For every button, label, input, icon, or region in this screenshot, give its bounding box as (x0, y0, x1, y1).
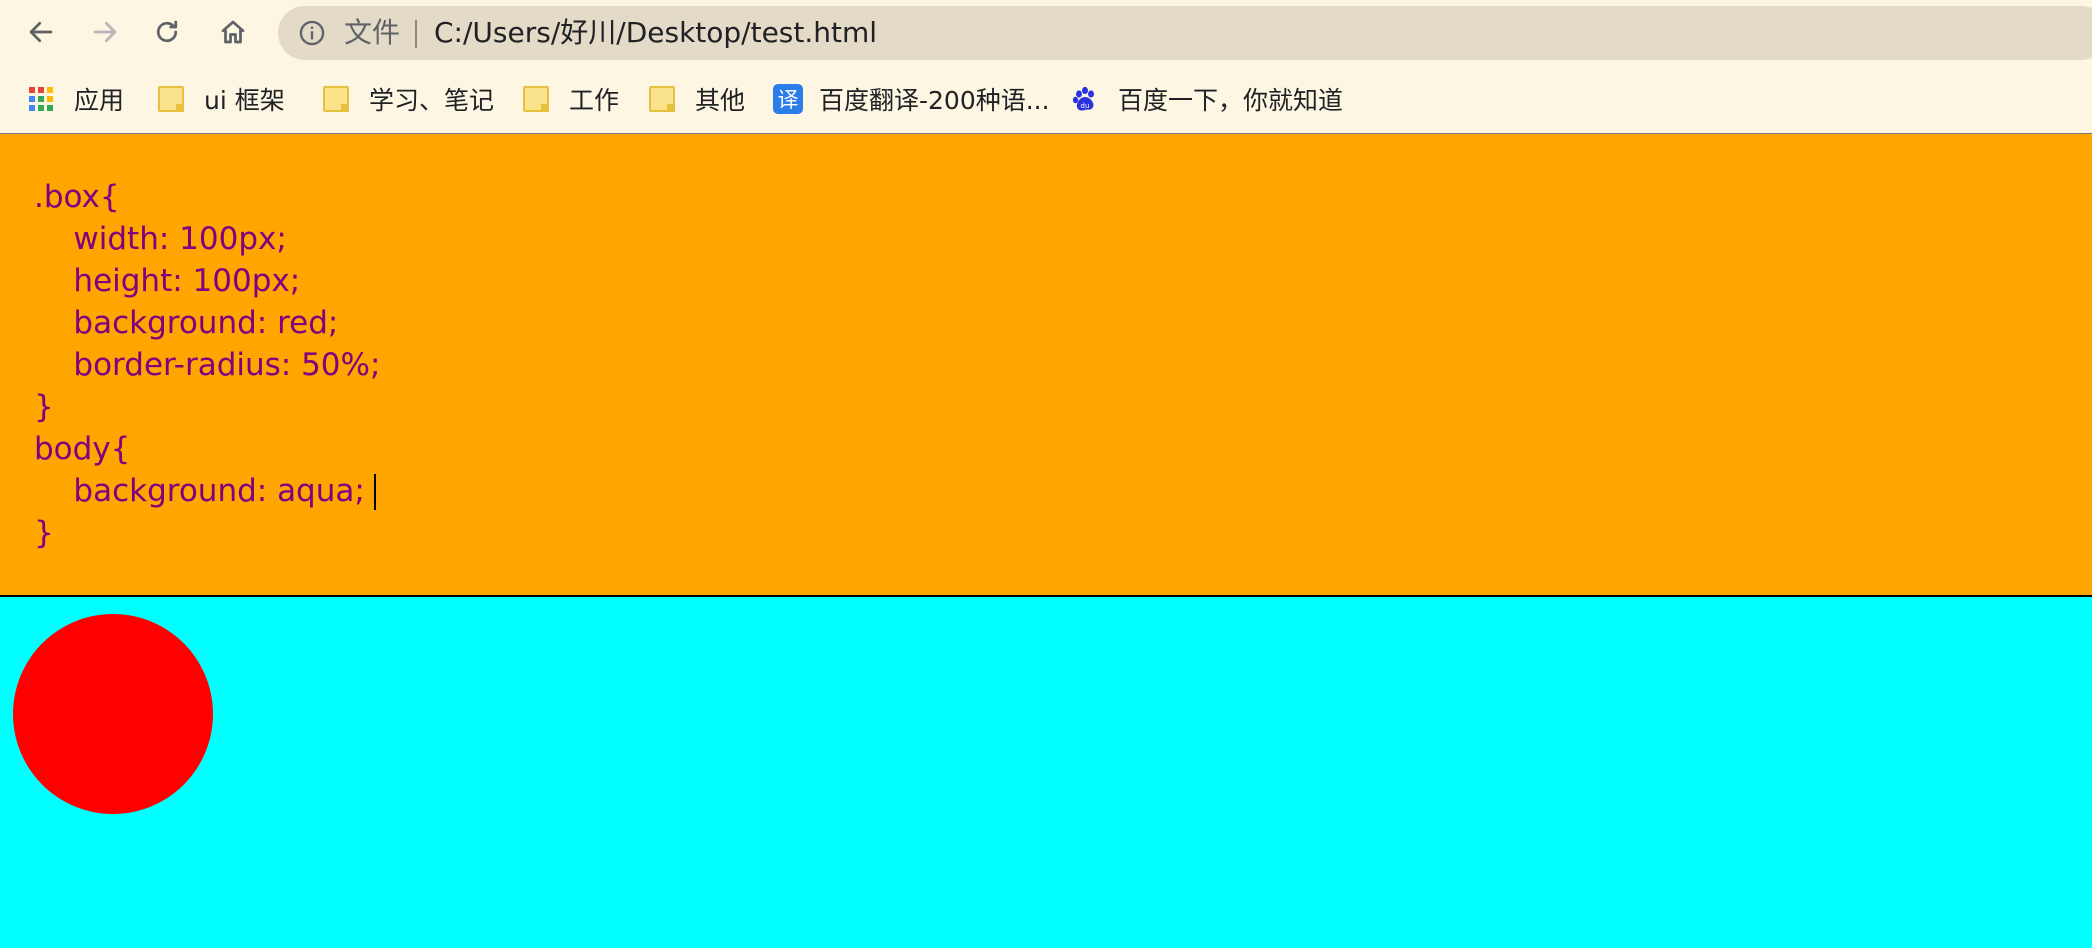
info-icon[interactable] (298, 19, 326, 47)
bookmark-label: 应用 (74, 86, 125, 115)
forward-button[interactable] (84, 11, 126, 53)
code-line: background: red; (34, 305, 339, 341)
code-line: .box{ (34, 179, 120, 215)
code-line: border-radius: 50%; (34, 347, 381, 383)
browser-toolbar: 文件 C:/Users/好川/Desktop/test.html (0, 0, 2092, 66)
bookmark-label: 工作 (569, 86, 620, 115)
bookmark-study-notes[interactable]: 学习、笔记 (323, 78, 494, 120)
code-line: width: 100px; (34, 221, 287, 257)
text-caret (374, 474, 376, 510)
code-line: background: aqua; (34, 473, 375, 509)
bookmarks-bar: 应用 ui 框架 学习、笔记 工作 其他 译 百度翻译-200种语... du … (0, 78, 2092, 120)
bookmark-work[interactable]: 工作 (523, 78, 619, 120)
bookmark-apps[interactable]: 应用 (28, 78, 124, 120)
bookmark-baidu[interactable]: du 百度一下，你就知道 (1072, 78, 1343, 120)
bookmark-ui-framework[interactable]: ui 框架 (158, 78, 285, 120)
baidu-paw-icon: du (1072, 86, 1094, 111)
bookmark-label: 百度一下，你就知道 (1118, 86, 1344, 115)
arrow-left-icon (29, 21, 53, 43)
arrow-right-icon (93, 21, 117, 43)
omnibox-divider (415, 20, 417, 48)
reload-button[interactable] (146, 11, 188, 53)
code-line: } (34, 515, 54, 551)
apps-grid-icon (29, 87, 53, 111)
url-text[interactable]: C:/Users/好川/Desktop/test.html (434, 6, 877, 60)
svg-text:du: du (1081, 102, 1090, 110)
reload-icon (156, 20, 178, 43)
scheme-label: 文件 (344, 16, 401, 49)
bookmark-label: 学习、笔记 (369, 86, 495, 115)
translate-icon: 译 (773, 84, 803, 114)
bookmark-other[interactable]: 其他 (649, 78, 745, 120)
folder-icon (649, 86, 675, 112)
home-button[interactable] (212, 11, 254, 53)
folder-icon (323, 86, 349, 112)
back-button[interactable] (20, 11, 62, 53)
browser-chrome: 文件 C:/Users/好川/Desktop/test.html 应用 ui 框… (0, 0, 2092, 134)
bookmark-label: 百度翻译-200种语... (819, 86, 1050, 115)
folder-icon (523, 86, 549, 112)
address-bar[interactable]: 文件 C:/Users/好川/Desktop/test.html (278, 6, 2092, 60)
code-line: } (34, 389, 54, 425)
code-line: height: 100px; (34, 263, 301, 299)
folder-icon (158, 86, 184, 112)
code-line: body{ (34, 431, 131, 467)
bookmark-baidu-translate[interactable]: 译 百度翻译-200种语... (773, 78, 1050, 120)
visible-style-block[interactable]: .box{ width: 100px; height: 100px; backg… (0, 134, 2092, 597)
bookmark-label: 其他 (695, 86, 746, 115)
red-circle-box (13, 614, 213, 814)
page-viewport: .box{ width: 100px; height: 100px; backg… (0, 134, 2092, 948)
bookmark-label: ui 框架 (204, 86, 285, 115)
home-icon (221, 20, 245, 44)
